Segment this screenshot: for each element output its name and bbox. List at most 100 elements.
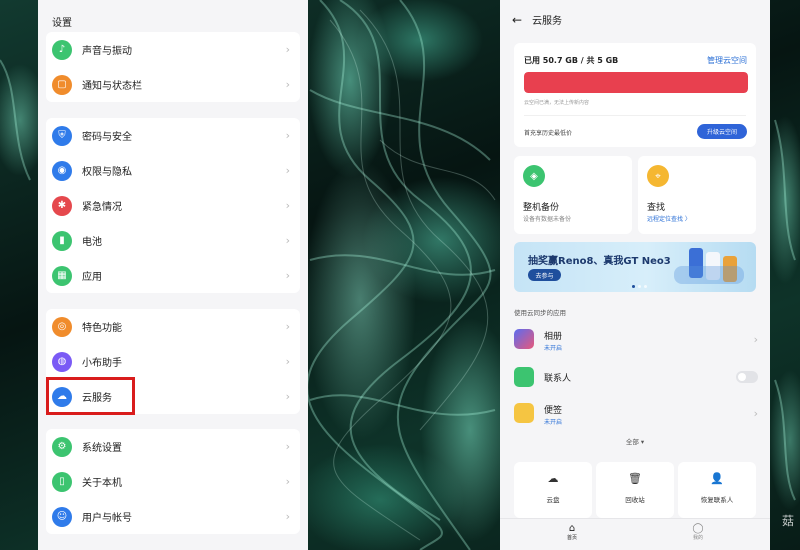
settings-item-apps[interactable]: ▦ 应用 › xyxy=(46,258,300,293)
settings-group-sound: ♪ 声音与振动 › ▢ 通知与状态栏 › xyxy=(46,32,300,102)
battery-icon: ▮ xyxy=(52,230,72,251)
settings-item-label: 电池 xyxy=(82,237,102,248)
storage-progress-bar xyxy=(524,72,748,93)
chevron-right-icon: › xyxy=(285,440,290,453)
bottom-nav: ⌂ 首页 ◯ 我的 xyxy=(500,518,770,550)
nav-label: 我的 xyxy=(692,535,703,541)
contacts-sync-toggle[interactable] xyxy=(736,371,758,383)
tile-title: 整机备份 xyxy=(523,203,560,213)
chevron-right-icon: › xyxy=(285,234,290,247)
settings-item-label: 小布助手 xyxy=(82,358,122,369)
back-arrow-icon[interactable]: ← xyxy=(512,13,522,27)
settings-item-system[interactable]: ⚙ 系统设置 › xyxy=(46,429,300,464)
chevron-right-icon: › xyxy=(753,407,758,420)
app-row-gallery[interactable]: 相册 未开启 › xyxy=(514,326,758,356)
carousel-dot xyxy=(644,285,647,288)
restore-contacts-tile[interactable]: 👤 恢复联系人 xyxy=(678,462,756,518)
settings-item-assistant[interactable]: ◍ 小布助手 › xyxy=(46,344,300,379)
app-row-contacts[interactable]: 联系人 xyxy=(514,364,758,394)
nav-home[interactable]: ⌂ 首页 xyxy=(542,523,602,541)
apps-grid-icon: ▦ xyxy=(52,265,72,286)
storage-full-warning: 云空间已满，无法上传新内容 xyxy=(524,100,590,106)
find-device-tile[interactable]: ⌖ 查找 远程定位查找 〉 xyxy=(638,156,756,234)
settings-item-label: 应用 xyxy=(82,272,102,283)
settings-item-features[interactable]: ◎ 特色功能 › xyxy=(46,309,300,344)
chevron-right-icon: › xyxy=(285,355,290,368)
app-status: 未开启 xyxy=(544,345,563,352)
settings-item-label: 特色功能 xyxy=(82,323,122,334)
notification-icon: ▢ xyxy=(52,74,72,95)
tile-subtitle: 设备有数据未备份 xyxy=(523,216,572,223)
app-name: 相册 xyxy=(544,332,563,342)
cloud-panel: ← 云服务 已用 50.7 GB / 共 5 GB 管理云空间 云空间已满，无法… xyxy=(500,0,770,550)
carousel-dots xyxy=(632,285,647,288)
manage-storage-link[interactable]: 管理云空间 xyxy=(707,55,747,66)
settings-item-sound[interactable]: ♪ 声音与振动 › xyxy=(46,32,300,67)
settings-item-label: 关于本机 xyxy=(82,478,122,489)
apps-section-label: 使用云同步的应用 xyxy=(514,309,566,317)
settings-item-label: 通知与状态栏 xyxy=(82,81,142,92)
settings-title: 设置 xyxy=(52,18,72,29)
show-all-link[interactable]: 全部 ▾ xyxy=(500,436,770,446)
gallery-icon xyxy=(514,329,534,349)
settings-group-security: ⛨ 密码与安全 › ◉ 权限与隐私 › ✱ 紧急情况 › ▮ 电池 › ▦ 应用… xyxy=(46,118,300,293)
feature-star-icon: ◎ xyxy=(52,316,72,337)
location-pin-icon: ⌖ xyxy=(647,165,669,187)
settings-item-password-security[interactable]: ⛨ 密码与安全 › xyxy=(46,118,300,153)
settings-group-system: ⚙ 系统设置 › ▯ 关于本机 › ☺ 用户与帐号 › xyxy=(46,429,300,534)
storage-card: 已用 50.7 GB / 共 5 GB 管理云空间 云空间已满，无法上传新内容 … xyxy=(514,43,756,147)
tile-label: 回收站 xyxy=(625,496,645,504)
cloud-drive-icon: ☁ xyxy=(547,472,559,485)
settings-item-battery[interactable]: ▮ 电池 › xyxy=(46,223,300,258)
settings-item-label: 声音与振动 xyxy=(82,46,132,57)
gear-icon: ⚙ xyxy=(52,436,72,457)
settings-item-accounts[interactable]: ☺ 用户与帐号 › xyxy=(46,499,300,534)
chevron-right-icon: › xyxy=(285,269,290,282)
trash-icon: 🗑 xyxy=(628,472,642,485)
settings-item-label: 权限与隐私 xyxy=(82,167,132,178)
recycle-bin-tile[interactable]: 🗑 回收站 xyxy=(596,462,674,518)
watermark: 菇 xyxy=(781,514,794,528)
home-icon: ⌂ xyxy=(568,523,576,534)
layers-icon: ◈ xyxy=(523,165,545,187)
storage-progress-fill xyxy=(524,72,748,93)
bell-icon: ♪ xyxy=(52,39,72,60)
assistant-icon: ◍ xyxy=(52,351,72,372)
tile-label: 恢复联系人 xyxy=(700,496,734,504)
settings-item-emergency[interactable]: ✱ 紧急情况 › xyxy=(46,188,300,223)
app-row-notes[interactable]: 便签 未开启 › xyxy=(514,400,758,430)
settings-item-notifications[interactable]: ▢ 通知与状态栏 › xyxy=(46,67,300,102)
settings-item-label: 密码与安全 xyxy=(82,132,132,143)
carousel-dot xyxy=(638,285,641,288)
emergency-asterisk-icon: ✱ xyxy=(52,195,72,216)
nav-label: 首页 xyxy=(566,535,577,541)
privacy-eye-icon: ◉ xyxy=(52,160,72,181)
carousel-dot xyxy=(632,285,635,288)
app-status: 未开启 xyxy=(544,419,563,426)
chevron-right-icon: › xyxy=(285,510,290,523)
upgrade-storage-button[interactable]: 升级云空间 xyxy=(697,124,747,139)
cloud-drive-tile[interactable]: ☁ 云盘 xyxy=(514,462,592,518)
tile-title: 查找 xyxy=(647,203,666,213)
settings-panel: 设置 ♪ 声音与振动 › ▢ 通知与状态栏 › ⛨ 密码与安全 › ◉ 权限与隐… xyxy=(38,0,308,550)
chevron-right-icon: › xyxy=(285,390,290,403)
chevron-right-icon: › xyxy=(285,78,290,91)
app-name: 联系人 xyxy=(544,374,572,384)
chevron-right-icon: › xyxy=(285,320,290,333)
tile-subtitle: 远程定位查找 〉 xyxy=(647,216,691,223)
settings-item-about[interactable]: ▯ 关于本机 › xyxy=(46,464,300,499)
divider xyxy=(524,115,746,116)
banner-join-button[interactable]: 去参与 xyxy=(528,269,561,281)
restore-contacts-icon: 👤 xyxy=(710,472,724,485)
tile-label: 云盘 xyxy=(546,496,560,504)
chevron-right-icon: › xyxy=(285,43,290,56)
settings-item-privacy[interactable]: ◉ 权限与隐私 › xyxy=(46,153,300,188)
promo-banner[interactable]: 抽奖赢Reno8、真我GT Neo3 去参与 xyxy=(514,242,756,292)
full-backup-tile[interactable]: ◈ 整机备份 设备有数据未备份 xyxy=(514,156,632,234)
page-title: 云服务 xyxy=(532,16,563,27)
chevron-right-icon: › xyxy=(285,129,290,142)
phone-icon: ▯ xyxy=(52,471,72,492)
nav-mine[interactable]: ◯ 我的 xyxy=(668,523,728,541)
chevron-right-icon: › xyxy=(285,164,290,177)
shield-icon: ⛨ xyxy=(52,125,72,146)
